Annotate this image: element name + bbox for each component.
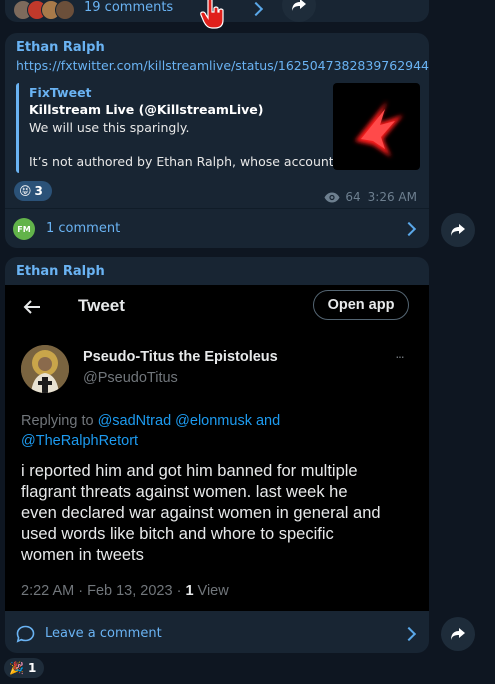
share-arrow-icon — [451, 628, 465, 640]
saint-icon — [21, 345, 69, 393]
share-button[interactable] — [441, 213, 475, 247]
more-options-icon: ··· — [395, 348, 405, 364]
message-bubble-post2: Ethan Ralph Tweet Open app Pseudo-Titus … — [5, 257, 429, 653]
chevron-right-icon — [248, 1, 264, 17]
share-arrow-icon — [292, 0, 306, 11]
avatar-initials: FM — [17, 224, 31, 234]
sender-name[interactable]: Ethan Ralph — [16, 264, 105, 279]
reaction-chip[interactable]: 🎉 1 — [4, 658, 44, 678]
avatar — [55, 0, 75, 20]
tweet-body-line: even declared war against women in gener… — [21, 504, 381, 522]
tweet-body: i reported him and got him banned for mu… — [21, 461, 421, 566]
preview-title: Killstream Live (@KillstreamLive) — [29, 102, 264, 117]
open-app-label: Open app — [327, 297, 395, 313]
chevron-right-icon — [401, 626, 417, 642]
message-time: 3:26 AM — [367, 190, 417, 204]
comments-count-link[interactable]: 19 comments — [84, 0, 173, 15]
sender-name[interactable]: Ethan Ralph — [16, 40, 105, 55]
preview-thumbnail — [333, 83, 420, 170]
tweet-body-line: flagrant threats against women. last wee… — [21, 483, 348, 501]
reaction-emoji: 🎉 — [9, 661, 24, 675]
comments-count-link[interactable]: 1 comment — [46, 221, 120, 236]
view-count: 64 — [345, 190, 361, 204]
open-app-button: Open app — [313, 290, 409, 320]
comments-row[interactable]: FM 1 comment — [5, 209, 429, 248]
commenter-avatars — [13, 0, 75, 20]
top-comments-card[interactable]: 19 comments — [5, 0, 429, 29]
avatar — [21, 345, 69, 393]
tweet-date: 2:22 AM · Feb 13, 2023 · — [21, 583, 186, 599]
tweet-body-line: women in tweets — [21, 546, 144, 564]
tweet-screenshot-image[interactable]: Tweet Open app Pseudo-Titus the Epistole… — [5, 285, 429, 611]
link-preview[interactable]: FixTweet Killstream Live (@KillstreamLiv… — [16, 83, 423, 173]
chevron-right-icon — [401, 221, 417, 237]
share-arrow-icon — [451, 224, 465, 236]
commenter-avatar: FM — [13, 218, 35, 240]
replying-targets: @TheRalphRetort — [21, 433, 139, 449]
tweet-url-link[interactable]: https://fxtwitter.com/killstreamlive/sta… — [16, 58, 429, 73]
reaction-count: 1 — [27, 661, 37, 675]
eye-icon — [324, 192, 340, 202]
replying-targets: @sadNtrad @elonmusk and — [97, 413, 281, 429]
preview-text: It’s not authored by Ethan Ralph, whose … — [29, 154, 347, 169]
leave-comment-row[interactable]: Leave a comment — [5, 617, 429, 651]
share-button[interactable] — [441, 617, 475, 651]
tweet-body-line: i reported him and got him banned for mu… — [21, 462, 358, 480]
comment-bubble-icon — [16, 625, 35, 643]
hand-cursor-icon — [200, 0, 224, 29]
leave-comment-link[interactable]: Leave a comment — [45, 626, 162, 641]
reaction-count: 3 — [34, 184, 43, 198]
tweet-author-handle: @PseudoTitus — [83, 370, 178, 386]
tweet-view-count: 1 — [185, 583, 194, 599]
message-bubble-post1: Ethan Ralph https://fxtwitter.com/killst… — [5, 33, 429, 248]
preview-site-name: FixTweet — [29, 85, 92, 100]
reaction-emoji: 😝 — [19, 184, 32, 198]
replying-prefix: Replying to — [21, 413, 98, 429]
preview-text: We will use this sparingly. — [29, 120, 190, 135]
back-arrow-icon — [23, 300, 40, 314]
reaction-chip[interactable]: 😝 3 — [14, 181, 52, 201]
tweet-body-line: used words like bitch and whore to speci… — [21, 525, 334, 543]
tweet-header-title: Tweet — [78, 296, 125, 315]
message-meta: 64 3:26 AM — [324, 190, 417, 204]
killstream-logo-image — [355, 101, 403, 157]
tweet-timestamp: 2:22 AM · Feb 13, 2023 · 1 View — [21, 583, 229, 599]
tweet-author-name: Pseudo-Titus the Epistoleus — [83, 349, 278, 365]
tweet-view-label: View — [193, 583, 229, 599]
replying-to: Replying to @sadNtrad @elonmusk and @The… — [21, 411, 411, 451]
